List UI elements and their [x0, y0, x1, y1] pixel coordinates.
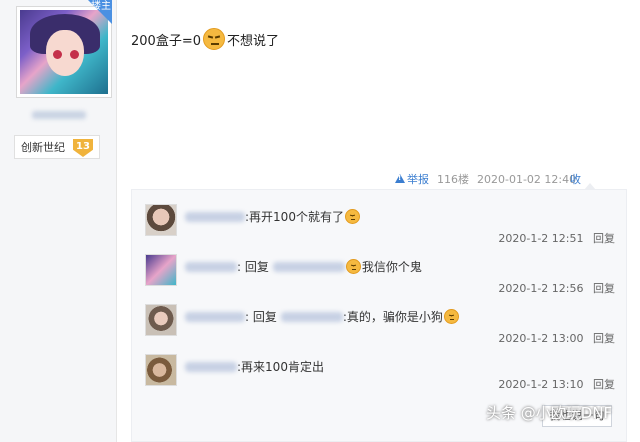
post-tail-bar: 举报 116楼 2020-01-02 12:40 收起回复	[395, 171, 581, 234]
reply-username-blurred[interactable]	[185, 261, 237, 272]
warning-icon	[395, 174, 405, 184]
reply-time: 2020-1-2 13:00	[498, 332, 584, 345]
reply-username-blurred[interactable]	[185, 211, 245, 222]
post-text-before: 200盒子=0	[131, 33, 201, 49]
reply-time: 2020-1-2 13:10	[498, 378, 584, 391]
author-sidebar: 楼主 创新世纪 13	[0, 0, 117, 442]
author-name-blurred[interactable]	[32, 111, 86, 119]
reply-time: 2020-1-2 12:51	[498, 232, 584, 245]
level-badge: 13	[73, 139, 93, 157]
reply-button[interactable]: 回复	[593, 378, 615, 391]
reply-avatar[interactable]	[145, 304, 177, 336]
post-content: 200盒子=0 不想说了	[131, 28, 279, 50]
reply-meta: 2020-1-2 13:00 回复	[498, 330, 615, 346]
reply-meta: 2020-1-2 12:51 回复	[498, 230, 615, 246]
author-avatar[interactable]	[16, 6, 112, 98]
reply-button[interactable]: 回复	[593, 282, 615, 295]
level-label: 创新世纪	[21, 141, 65, 154]
report-link[interactable]: 举报	[407, 171, 429, 187]
reply-meta: 2020-1-2 13:10 回复	[498, 376, 615, 392]
reply-meta: 2020-1-2 12:56 回复	[498, 280, 615, 296]
reply-avatar[interactable]	[145, 254, 177, 286]
grin-emoji-icon	[443, 309, 459, 324]
reply-avatar[interactable]	[145, 204, 177, 236]
reply-prefix: : 回复	[237, 260, 269, 274]
reply-username-blurred[interactable]	[185, 361, 237, 372]
level-box[interactable]: 创新世纪 13	[14, 135, 100, 159]
post-text-after: 不想说了	[226, 33, 279, 49]
reply-text: 我信你个鬼	[361, 260, 422, 274]
watermark: 头条 @小欧玩DNF	[486, 404, 613, 422]
reply-target-blurred[interactable]	[272, 261, 345, 272]
smile-emoji-icon	[344, 209, 360, 224]
frown-emoji-icon	[202, 28, 225, 50]
reply-text: 再开100个就有了	[249, 210, 344, 224]
reply-target-blurred[interactable]	[280, 311, 343, 322]
post-datetime: 2020-01-02 12:40	[477, 172, 577, 186]
reply-text: 再来100肯定出	[241, 360, 324, 374]
reply-prefix: : 回复	[245, 310, 277, 324]
reply-text: :真的，骗你是小狗	[342, 310, 443, 324]
floor-number: 116楼	[437, 173, 469, 186]
reply-avatar[interactable]	[145, 354, 177, 386]
reply-button[interactable]: 回复	[593, 232, 615, 245]
reply-time: 2020-1-2 12:56	[498, 282, 584, 295]
reply-button[interactable]: 回复	[593, 332, 615, 345]
avatar-image	[20, 10, 108, 94]
reply-username-blurred[interactable]	[185, 311, 245, 322]
smirk-emoji-icon	[345, 259, 361, 274]
